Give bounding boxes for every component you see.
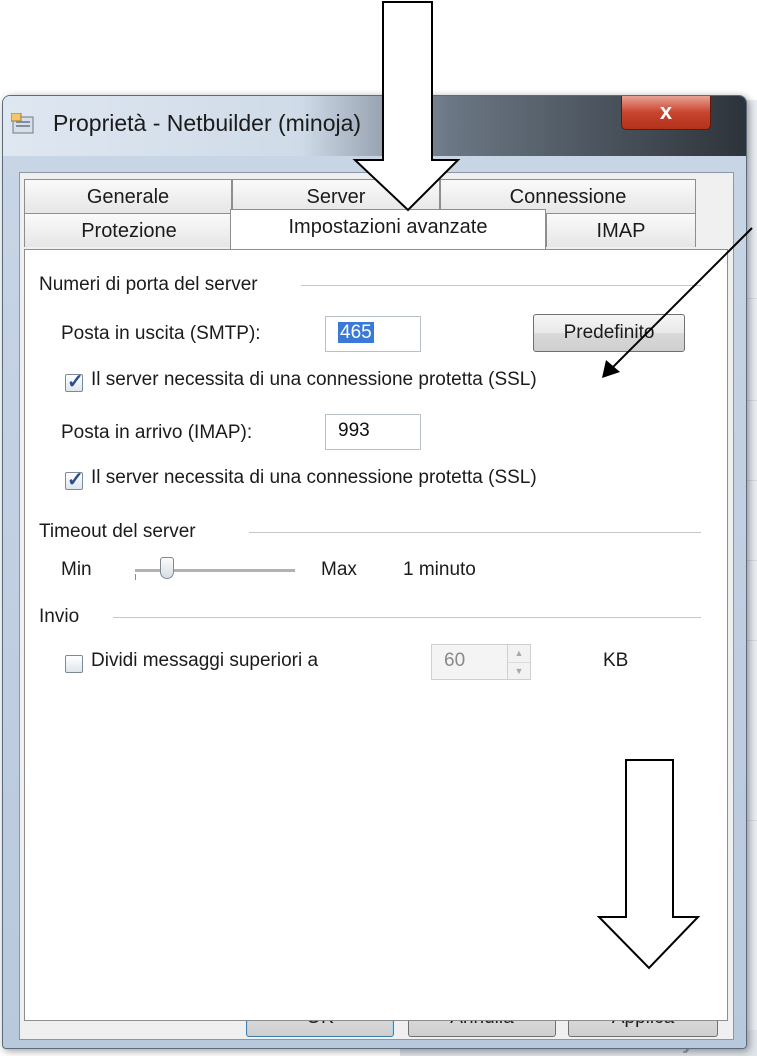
imap-ssl-checkbox[interactable]: ✓ xyxy=(65,469,84,491)
slider-min-label: Min xyxy=(61,559,92,580)
dialog-client-area: Generale Server Connessione Protezione I… xyxy=(19,172,734,1040)
smtp-port-field[interactable]: 465 xyxy=(325,316,421,352)
window-title: Proprietà - Netbuilder (minoja) xyxy=(53,110,362,136)
spin-up-icon[interactable]: ▲ xyxy=(508,645,530,663)
tab-panel-advanced: Numeri di porta del server Posta in usci… xyxy=(24,249,728,1021)
split-size-unit: KB xyxy=(603,650,629,671)
ports-group-divider xyxy=(301,285,701,286)
slider-max-label: Max xyxy=(321,559,357,580)
split-size-spinner[interactable]: ▲ ▼ xyxy=(507,644,531,680)
tab-generale[interactable]: Generale xyxy=(24,179,232,213)
imap-ssl-label: Il server necessita di una connessione p… xyxy=(91,467,537,488)
split-messages-label: Dividi messaggi superiori a xyxy=(91,650,319,671)
smtp-ssl-label: Il server necessita di una connessione p… xyxy=(91,369,537,390)
tab-protezione[interactable]: Protezione xyxy=(24,213,234,247)
timeout-slider-thumb[interactable] xyxy=(160,557,174,579)
split-messages-checkbox[interactable] xyxy=(65,655,83,673)
account-icon xyxy=(11,113,34,134)
tab-server[interactable]: Server xyxy=(232,179,440,213)
tab-connessione[interactable]: Connessione xyxy=(440,179,696,213)
imap-label: Posta in arrivo (IMAP): xyxy=(61,422,253,443)
timeout-group-heading: Timeout del server xyxy=(39,521,196,542)
timeout-group-divider xyxy=(249,532,701,533)
tab-impostazioni-avanzate[interactable]: Impostazioni avanzate xyxy=(230,209,546,249)
properties-dialog: Proprietà - Netbuilder (minoja) x Genera… xyxy=(2,95,747,1049)
spin-down-icon[interactable]: ▼ xyxy=(508,663,530,680)
timeout-value-label: 1 minuto xyxy=(403,559,476,580)
close-button[interactable]: x xyxy=(621,96,711,130)
ports-group-heading: Numeri di porta del server xyxy=(39,274,258,295)
tab-imap[interactable]: IMAP xyxy=(546,213,696,247)
send-group-divider xyxy=(113,617,701,618)
checkmark-icon: ✓ xyxy=(67,469,84,491)
send-group-heading: Invio xyxy=(39,606,80,627)
default-ports-button[interactable]: Predefinito xyxy=(533,314,685,352)
smtp-ssl-checkbox[interactable]: ✓ xyxy=(65,371,84,393)
title-bar[interactable]: Proprietà - Netbuilder (minoja) x xyxy=(3,96,746,156)
smtp-label: Posta in uscita (SMTP): xyxy=(61,323,261,344)
timeout-slider-track[interactable] xyxy=(135,569,295,573)
imap-port-field[interactable]: 993 xyxy=(325,414,421,450)
checkmark-icon: ✓ xyxy=(67,371,84,393)
